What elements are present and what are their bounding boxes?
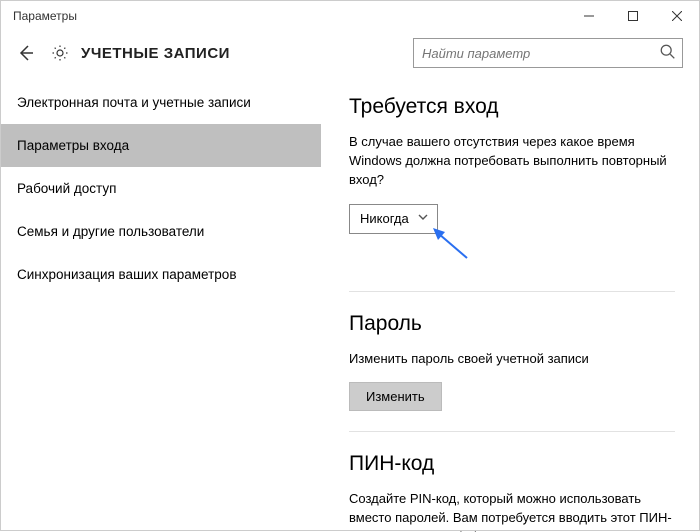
header: УЧЕТНЫЕ ЗАПИСИ — [1, 31, 699, 75]
window-title: Параметры — [13, 9, 77, 23]
signin-description: В случае вашего отсутствия через какое в… — [349, 133, 675, 190]
close-button[interactable] — [655, 1, 699, 31]
change-password-button[interactable]: Изменить — [349, 382, 442, 411]
page-title: УЧЕТНЫЕ ЗАПИСИ — [81, 45, 230, 62]
annotation-arrow — [433, 228, 699, 265]
sidebar-item-label: Электронная почта и учетные записи — [17, 95, 251, 110]
sidebar: Электронная почта и учетные записи Парам… — [1, 75, 321, 532]
sidebar-item-label: Синхронизация ваших параметров — [17, 267, 237, 282]
minimize-button[interactable] — [567, 1, 611, 31]
button-label: Изменить — [366, 389, 425, 404]
sidebar-item-label: Семья и другие пользователи — [17, 224, 204, 239]
require-signin-combo[interactable]: Никогда — [349, 204, 438, 234]
pin-description: Создайте PIN-код, который можно использо… — [349, 490, 675, 532]
close-icon — [672, 11, 682, 21]
back-button[interactable] — [11, 38, 41, 68]
sidebar-item-email-accounts[interactable]: Электронная почта и учетные записи — [1, 81, 321, 124]
settings-icon — [49, 42, 71, 64]
sidebar-item-family-users[interactable]: Семья и другие пользователи — [1, 210, 321, 253]
section-heading-pin: ПИН-код — [349, 452, 675, 476]
content: Требуется вход В случае вашего отсутстви… — [321, 75, 699, 532]
combo-value: Никогда — [360, 211, 409, 226]
maximize-icon — [628, 11, 638, 21]
minimize-icon — [584, 11, 594, 21]
search-input[interactable] — [413, 38, 683, 68]
search-box[interactable] — [413, 38, 683, 68]
section-heading-signin: Требуется вход — [349, 95, 675, 119]
sidebar-item-signin-options[interactable]: Параметры входа — [1, 124, 321, 167]
search-icon — [659, 43, 677, 64]
arrow-left-icon — [16, 43, 36, 63]
separator — [349, 291, 675, 292]
body: Электронная почта и учетные записи Парам… — [1, 75, 699, 532]
titlebar: Параметры — [1, 1, 699, 31]
maximize-button[interactable] — [611, 1, 655, 31]
sidebar-item-sync-settings[interactable]: Синхронизация ваших параметров — [1, 253, 321, 296]
gear-icon — [51, 44, 69, 62]
sidebar-item-label: Рабочий доступ — [17, 181, 116, 196]
chevron-down-icon — [417, 211, 429, 226]
password-description: Изменить пароль своей учетной записи — [349, 350, 675, 369]
separator — [349, 431, 675, 432]
sidebar-item-work-access[interactable]: Рабочий доступ — [1, 167, 321, 210]
sidebar-item-label: Параметры входа — [17, 138, 129, 153]
section-heading-password: Пароль — [349, 312, 675, 336]
